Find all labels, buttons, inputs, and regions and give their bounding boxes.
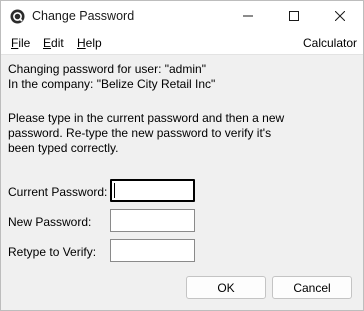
instructions-line-2: password. Re-type the new password to ve… — [8, 126, 272, 140]
app-logo-icon — [10, 9, 25, 24]
change-password-window: Change Password File Edit Help Calculato… — [0, 0, 364, 311]
menu-edit[interactable]: Edit — [43, 36, 64, 50]
instructions-line-3: been typed correctly. — [8, 141, 119, 155]
new-password-label: New Password: — [8, 215, 92, 229]
cancel-button[interactable]: Cancel — [272, 276, 352, 299]
maximize-button[interactable] — [271, 1, 317, 32]
verify-password-input[interactable] — [110, 239, 195, 262]
window-title: Change Password — [32, 9, 135, 23]
menu-help-mnemonic: H — [77, 36, 86, 50]
title-bar[interactable]: Change Password — [1, 1, 363, 32]
user-info-text: Changing password for user: "admin" — [8, 62, 206, 76]
menu-file-label: ile — [18, 36, 31, 50]
text-caret — [114, 183, 115, 198]
close-button[interactable] — [317, 1, 363, 32]
dialog-body: Changing password for user: "admin" In t… — [1, 55, 363, 310]
company-info-text: In the company: "Belize City Retail Inc" — [8, 77, 216, 91]
new-password-input[interactable] — [110, 209, 195, 232]
ok-button[interactable]: OK — [186, 276, 266, 299]
menu-help[interactable]: Help — [77, 36, 102, 50]
current-password-label: Current Password: — [8, 185, 108, 199]
minimize-icon — [243, 10, 253, 24]
menu-file[interactable]: File — [11, 36, 30, 50]
menu-calculator[interactable]: Calculator — [303, 36, 357, 50]
menu-edit-label: dit — [51, 36, 64, 50]
minimize-button[interactable] — [225, 1, 271, 32]
menu-edit-mnemonic: E — [43, 36, 52, 50]
close-icon — [334, 10, 346, 24]
menu-help-label: elp — [85, 36, 102, 50]
verify-password-label: Retype to Verify: — [8, 245, 97, 259]
maximize-icon — [289, 10, 299, 24]
instructions-line-1: Please type in the current password and … — [8, 111, 285, 125]
current-password-input[interactable] — [110, 179, 195, 202]
menu-bar: File Edit Help Calculator — [1, 34, 363, 54]
